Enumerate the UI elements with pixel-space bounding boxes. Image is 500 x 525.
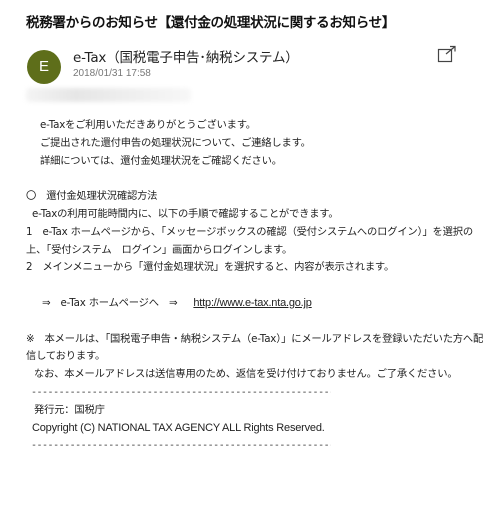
homepage-link-line: ⇒ e-Tax ホームページへ ⇒ http://www.e-tax.nta.go… (32, 295, 484, 313)
copyright: Copyright (C) NATIONAL TAX AGENCY ALL Ri… (32, 421, 325, 434)
link-prefix: ⇒ e-Tax ホームページへ ⇒ (42, 296, 178, 309)
sender-name[interactable]: e-Tax（国税電子申告･納税システム） (73, 46, 299, 66)
email-body: e-Taxをご利用いただきありがとうございます。 ご提出された還付申告の処理状況… (26, 117, 484, 455)
note-2: なお、本メールアドレスは送信専用のため、返信を受け付けておりません。ご了承くださ… (34, 368, 458, 381)
email-subject: 税務署からのお知らせ【還付金の処理状況に関するお知らせ】 (26, 15, 396, 31)
divider: ----------------------------------------… (31, 386, 331, 398)
recipient-redacted (26, 88, 191, 102)
section-intro: e-Taxの利用可能時間内に、以下の手順で確認することができます。 (32, 207, 339, 220)
open-in-new-window-icon[interactable] (437, 45, 457, 63)
etax-homepage-link[interactable]: http://www.e-tax.nta.go.jp (193, 297, 312, 309)
issuer: 発行元：国税庁 (34, 403, 105, 416)
sender-avatar: E (27, 50, 61, 84)
greeting-line: 詳細については、還付金処理状況をご確認ください。 (40, 154, 282, 167)
greeting-line: e-Taxをご利用いただきありがとうございます。 (40, 119, 256, 131)
divider: ----------------------------------------… (31, 440, 331, 452)
note-1: ※ 本メールは、「国税電子申告・納税システム（e-Tax）」にメールアドレスを登… (26, 332, 484, 363)
greeting-line: ご提出された還付申告の処理状況について、ご連絡します。 (40, 136, 311, 149)
email-date: 2018/01/31 17:58 (73, 68, 151, 79)
section-heading: 〇 還付金処理状況確認方法 (26, 190, 158, 203)
step-1: 1 e-Tax ホームページから、「メッセージボックスの確認（受付システムへのロ… (26, 225, 473, 256)
step-2: 2 メインメニューから「還付金処理状況」を選択すると、内容が表示されます。 (26, 261, 395, 274)
